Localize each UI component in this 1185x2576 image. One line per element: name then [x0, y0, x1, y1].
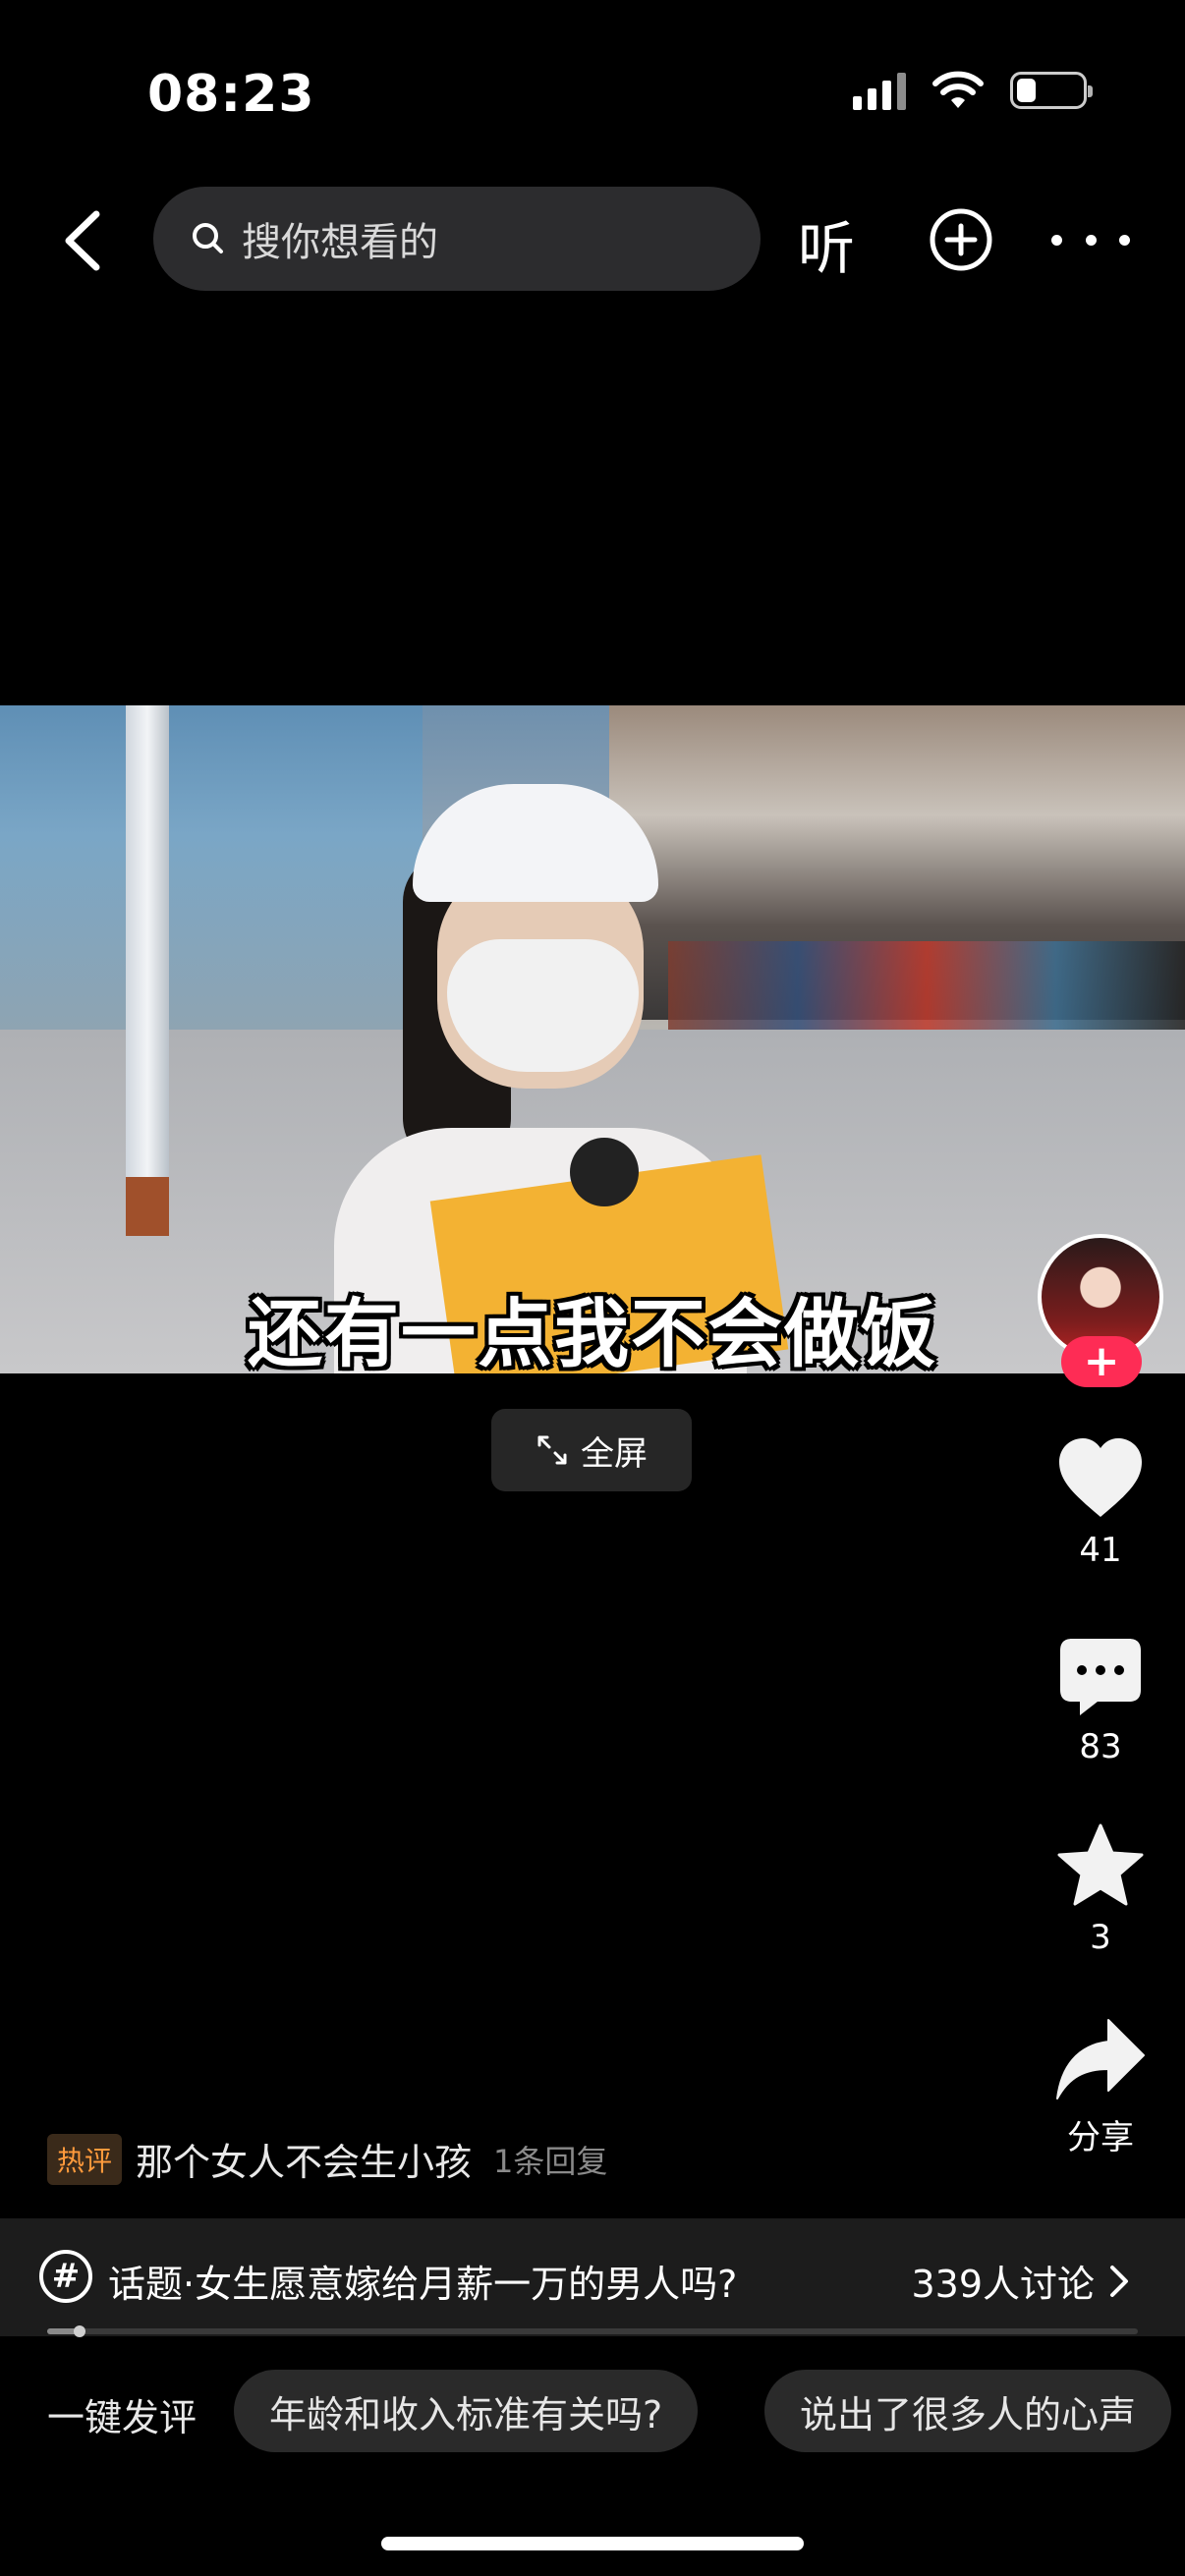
hot-comment-badge: 热评 — [47, 2133, 123, 2185]
home-indicator[interactable] — [381, 2537, 804, 2550]
expand-icon — [537, 1435, 567, 1465]
video-scene-pole-base — [126, 1177, 169, 1236]
chevron-left-icon — [65, 210, 100, 271]
favorite-button[interactable]: 3 — [1042, 1823, 1159, 1957]
hot-comment-text: 那个女人不会生小孩 — [136, 2141, 473, 2184]
follow-button[interactable]: + — [1061, 1336, 1142, 1387]
plus-icon: + — [1083, 1336, 1120, 1386]
more-dot-icon — [1085, 234, 1097, 246]
more-dot-icon — [1051, 234, 1062, 246]
hot-comment-replies[interactable]: 1条回复 — [493, 2137, 607, 2182]
status-time: 08:23 — [147, 65, 315, 124]
video-player[interactable]: 还有一点我不会做饭 — [0, 705, 1185, 1373]
add-button[interactable] — [928, 206, 994, 273]
share-button[interactable]: 分享 — [1042, 2018, 1159, 2158]
topic-count-label: 339人讨论 — [911, 2263, 1095, 2306]
comment-button[interactable]: 83 — [1042, 1637, 1159, 1766]
topic-bar[interactable]: # 话题·女生愿意嫁给月薪一万的男人吗? 339人讨论 — [0, 2218, 1185, 2336]
topic-text: 话题·女生愿意嫁给月薪一万的男人吗? — [108, 2263, 738, 2306]
video-person-mask — [447, 939, 639, 1072]
like-button[interactable]: 41 — [1042, 1436, 1159, 1570]
share-label: 分享 — [1067, 2118, 1134, 2157]
more-button[interactable] — [1051, 206, 1130, 273]
video-subtitle: 还有一点我不会做饭 — [248, 1290, 937, 1373]
listen-button[interactable]: 听 — [798, 202, 855, 285]
video-scene-pole — [126, 705, 169, 1177]
chevron-right-icon — [1110, 2265, 1128, 2297]
video-microphone — [570, 1138, 639, 1206]
quick-comment-label: 一键发评 — [47, 2396, 198, 2439]
heart-icon — [1059, 1438, 1142, 1517]
back-button[interactable] — [49, 196, 118, 285]
video-scene-building-left — [0, 705, 423, 1030]
battery-fill — [1017, 79, 1037, 102]
favorite-count: 3 — [1090, 1918, 1111, 1957]
fullscreen-button[interactable]: 全屏 — [491, 1409, 692, 1491]
search-bar[interactable]: 搜你想看的 — [153, 187, 761, 291]
wifi-icon — [932, 71, 984, 108]
video-scene-mural — [668, 941, 1185, 1030]
fullscreen-label: 全屏 — [581, 1433, 648, 1474]
hashtag-icon: # — [39, 2250, 92, 2303]
hot-comment[interactable]: 热评 那个女人不会生小孩 1条回复 — [47, 2132, 607, 2186]
status-icons — [853, 71, 1093, 110]
search-icon — [193, 223, 223, 253]
battery-icon — [1010, 72, 1093, 109]
comment-icon — [1060, 1639, 1141, 1715]
plus-circle-icon — [930, 208, 992, 271]
share-arrow-icon — [1056, 2019, 1145, 2100]
search-placeholder: 搜你想看的 — [242, 220, 438, 265]
quick-comment-chip[interactable]: 说出了很多人的心声 — [764, 2370, 1172, 2452]
like-count: 41 — [1079, 1531, 1122, 1570]
topic-count[interactable]: 339人讨论 — [911, 2254, 1130, 2308]
star-icon — [1057, 1823, 1144, 1906]
quick-comment-chip[interactable]: 年龄和收入标准有关吗? — [234, 2370, 699, 2452]
cellular-signal-icon — [853, 71, 906, 110]
playback-progress-bar[interactable] — [47, 2325, 1138, 2337]
comment-count: 83 — [1079, 1727, 1122, 1766]
more-dot-icon — [1119, 234, 1130, 246]
